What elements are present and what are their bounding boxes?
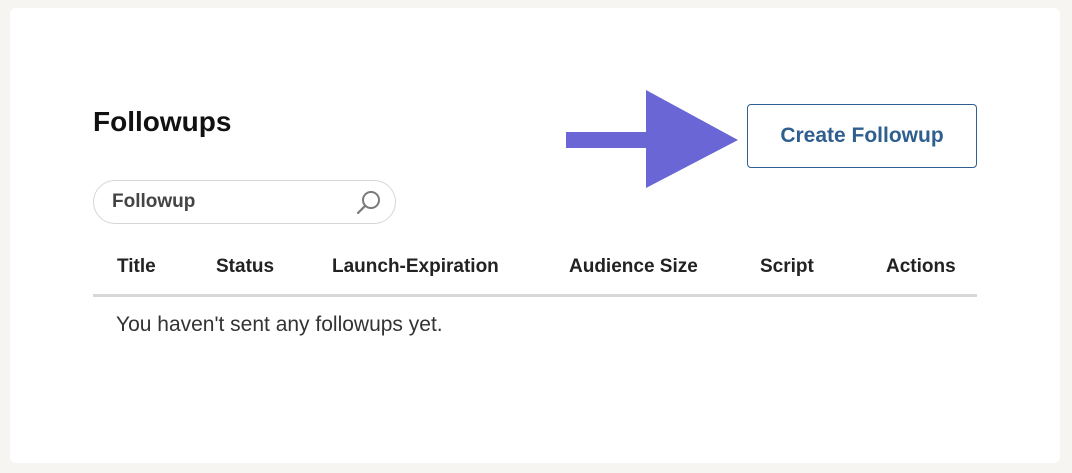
column-header-script: Script <box>760 256 814 277</box>
empty-state-message: You haven't sent any followups yet. <box>116 313 443 336</box>
column-header-status: Status <box>216 256 275 277</box>
column-header-audience-size: Audience Size <box>569 256 698 277</box>
page-title: Followups <box>93 106 232 137</box>
table-header: Title Status Launch-Expiration Audience … <box>93 248 977 297</box>
column-header-actions: Actions <box>886 256 956 277</box>
column-header-title: Title <box>117 256 156 277</box>
search-input[interactable] <box>112 181 342 223</box>
followups-card: Followups Create Followup Title Status L… <box>10 8 1060 463</box>
create-followup-button[interactable]: Create Followup <box>747 104 977 168</box>
search-box <box>93 180 396 224</box>
arrow-right-icon <box>566 90 738 188</box>
search-icon[interactable] <box>356 190 382 216</box>
column-header-launch-expiration: Launch-Expiration <box>332 256 499 277</box>
